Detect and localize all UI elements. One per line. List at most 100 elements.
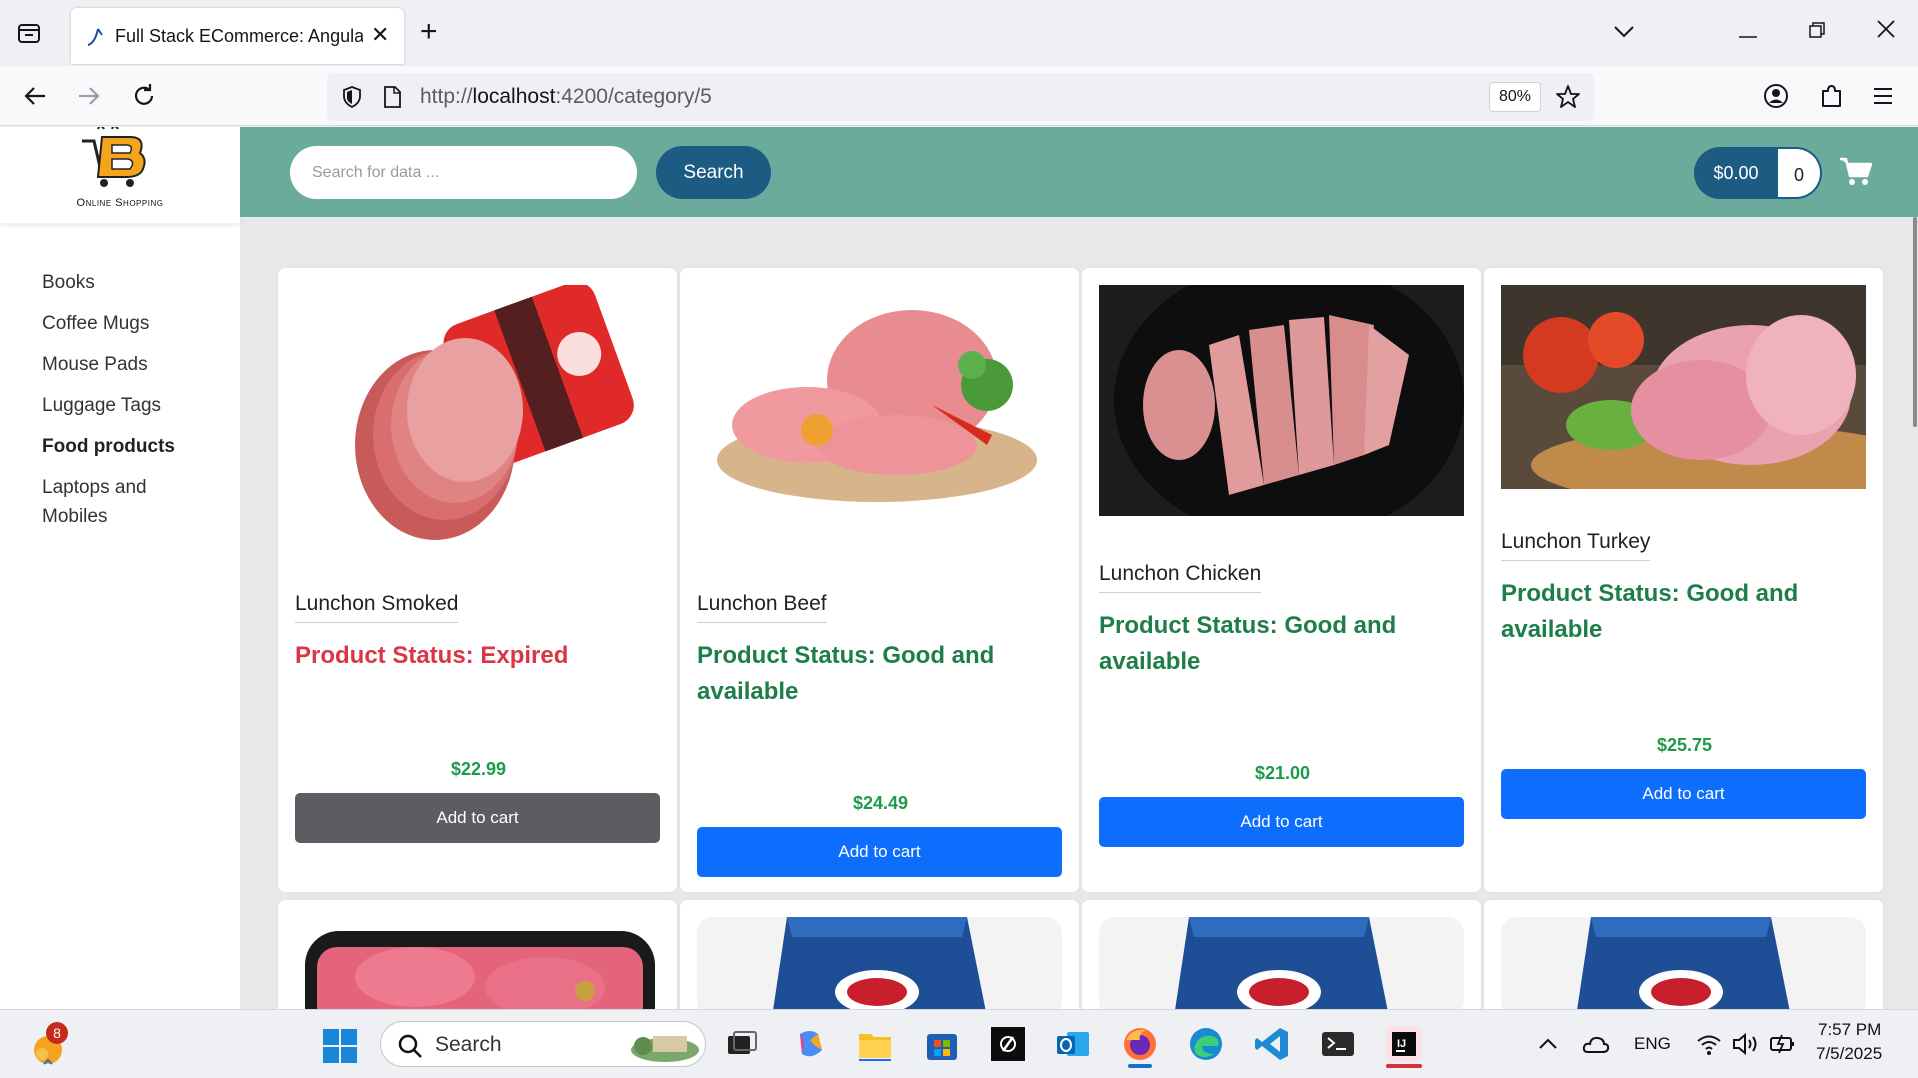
active-app-indicator (1128, 1064, 1152, 1068)
angular-favicon-icon (85, 26, 105, 48)
forward-arrow-icon[interactable] (72, 79, 106, 113)
product-card: Lunchon Chicken Product Status: Good and… (1081, 267, 1482, 893)
minimize-icon[interactable] (1728, 14, 1768, 50)
sidebar-category-link[interactable]: Laptops and Mobiles (42, 473, 192, 531)
product-image[interactable] (697, 285, 1062, 525)
store-logo[interactable]: Online Shopping (42, 127, 198, 219)
product-status: Product Status: Good and available (1501, 580, 1799, 643)
restore-icon[interactable] (1797, 14, 1837, 50)
app-dark-icon[interactable] (990, 1026, 1026, 1062)
search-highlight-image (629, 1028, 701, 1062)
sidebar-category-link[interactable]: Books (42, 268, 192, 297)
close-window-icon[interactable] (1866, 14, 1906, 50)
product-name[interactable]: Lunchon Turkey (1501, 528, 1651, 561)
cart-quantity[interactable]: 0 (1778, 147, 1822, 199)
edge-icon[interactable] (1188, 1026, 1224, 1062)
page-scrollbar-thumb[interactable] (1913, 217, 1917, 427)
extensions-icon[interactable] (1814, 79, 1848, 113)
category-sidebar: Online Shopping Books Coffee Mugs Mouse Pa… (0, 127, 240, 1009)
logo-caption: Online Shopping (76, 197, 164, 209)
cart-total[interactable]: $0.00 (1694, 147, 1778, 199)
browser-nav-bar: http://localhost:4200/category/5 80% (0, 66, 1918, 126)
microsoft-store-icon[interactable] (924, 1026, 960, 1062)
sidebar-category-link[interactable]: Food products (42, 432, 192, 461)
product-image[interactable] (295, 917, 660, 1009)
bookmark-star-icon[interactable] (1555, 84, 1581, 110)
product-price: $21.00 (1254, 763, 1311, 783)
product-card: Lunchon Turkey Product Status: Good and … (1483, 267, 1884, 893)
firefox-icon[interactable] (1122, 1026, 1158, 1068)
clock-time[interactable]: 7:57 PM (1818, 1020, 1881, 1040)
tab-close-icon[interactable]: ✕ (371, 24, 389, 46)
vscode-icon[interactable] (1254, 1026, 1290, 1062)
product-status: Product Status: Good and available (697, 642, 995, 705)
clock-date[interactable]: 7/5/2025 (1816, 1044, 1882, 1064)
volume-icon[interactable] (1732, 1032, 1760, 1056)
battery-charging-icon[interactable] (1768, 1032, 1796, 1056)
url-text: http://localhost:4200/category/5 (420, 85, 712, 108)
menu-hamburger-icon[interactable] (1866, 79, 1900, 113)
tab-list-icon[interactable] (14, 18, 44, 48)
shield-icon[interactable] (340, 85, 364, 109)
product-image[interactable] (1099, 285, 1464, 516)
sidebar-category-link[interactable]: Coffee Mugs (42, 309, 192, 338)
notification-widget-icon[interactable]: 8 (28, 1022, 68, 1068)
address-bar[interactable]: http://localhost:4200/category/5 80% (327, 73, 1594, 121)
account-icon[interactable] (1759, 79, 1793, 113)
intellij-icon[interactable]: IJ (1386, 1026, 1422, 1068)
product-price: $25.75 (1656, 735, 1713, 755)
file-explorer-icon[interactable] (857, 1026, 893, 1062)
product-card: Lunchon Smoked Product Status: Expired $… (277, 267, 678, 893)
terminal-icon[interactable] (1320, 1026, 1356, 1062)
product-card (1081, 899, 1482, 1009)
browser-tab-active[interactable]: Full Stack ECommerce: Angular ✕ (71, 8, 404, 64)
windows-taskbar: 8 Search IJ ENG 7:57 PM 7/5/2025 (0, 1009, 1918, 1078)
windows-start-icon[interactable] (322, 1028, 358, 1064)
product-name[interactable]: Lunchon Smoked (295, 590, 459, 623)
product-image[interactable] (295, 285, 660, 555)
shopping-cart-logo-icon (82, 127, 146, 187)
tray-chevron-up-icon[interactable] (1536, 1032, 1560, 1056)
product-card (1483, 899, 1884, 1009)
search-icon (397, 1033, 423, 1059)
sidebar-divider (0, 217, 240, 223)
web-page: Online Shopping Books Coffee Mugs Mouse Pa… (0, 127, 1918, 1009)
add-to-cart-button[interactable]: Add to cart (697, 827, 1062, 877)
add-to-cart-button[interactable]: Add to cart (295, 793, 660, 843)
svg-text:IJ: IJ (1397, 1038, 1406, 1050)
product-card: Lunchon Beef Product Status: Good and av… (679, 267, 1080, 893)
page-info-icon[interactable] (381, 85, 403, 109)
product-image[interactable] (1501, 917, 1866, 1009)
product-price: $24.49 (852, 793, 909, 813)
search-button[interactable]: Search (656, 146, 771, 199)
onedrive-cloud-icon[interactable] (1582, 1032, 1610, 1056)
back-arrow-icon[interactable] (18, 79, 52, 113)
tab-overflow-chevron-icon[interactable] (1604, 14, 1644, 50)
product-image[interactable] (1501, 285, 1866, 489)
product-image[interactable] (1099, 917, 1464, 1009)
search-input[interactable] (290, 146, 637, 199)
sidebar-category-link[interactable]: Mouse Pads (42, 350, 192, 379)
product-status: Product Status: Expired (295, 642, 569, 669)
product-name[interactable]: Lunchon Beef (697, 590, 827, 623)
outlook-icon[interactable] (1055, 1026, 1091, 1062)
taskbar-search-label: Search (435, 1033, 502, 1056)
task-view-icon[interactable] (724, 1026, 760, 1062)
browser-tab-bar: Full Stack ECommerce: Angular ✕ + (0, 0, 1918, 66)
shopping-cart-icon[interactable] (1839, 156, 1873, 186)
new-tab-icon[interactable]: + (420, 14, 438, 50)
product-name[interactable]: Lunchon Chicken (1099, 560, 1262, 593)
wifi-icon[interactable] (1696, 1032, 1722, 1056)
taskbar-search-box[interactable]: Search (380, 1021, 706, 1067)
product-image[interactable] (697, 917, 1062, 1009)
add-to-cart-button[interactable]: Add to cart (1501, 769, 1866, 819)
page-header: Search $0.00 0 (240, 127, 1918, 217)
reload-icon[interactable] (127, 79, 161, 113)
tab-title: Full Stack ECommerce: Angular (115, 26, 363, 46)
zoom-level-badge[interactable]: 80% (1489, 82, 1541, 112)
sidebar-category-link[interactable]: Luggage Tags (42, 391, 192, 420)
add-to-cart-button[interactable]: Add to cart (1099, 797, 1464, 847)
language-indicator[interactable]: ENG (1634, 1034, 1671, 1054)
product-status: Product Status: Good and available (1099, 612, 1397, 675)
copilot-icon[interactable] (792, 1026, 828, 1062)
